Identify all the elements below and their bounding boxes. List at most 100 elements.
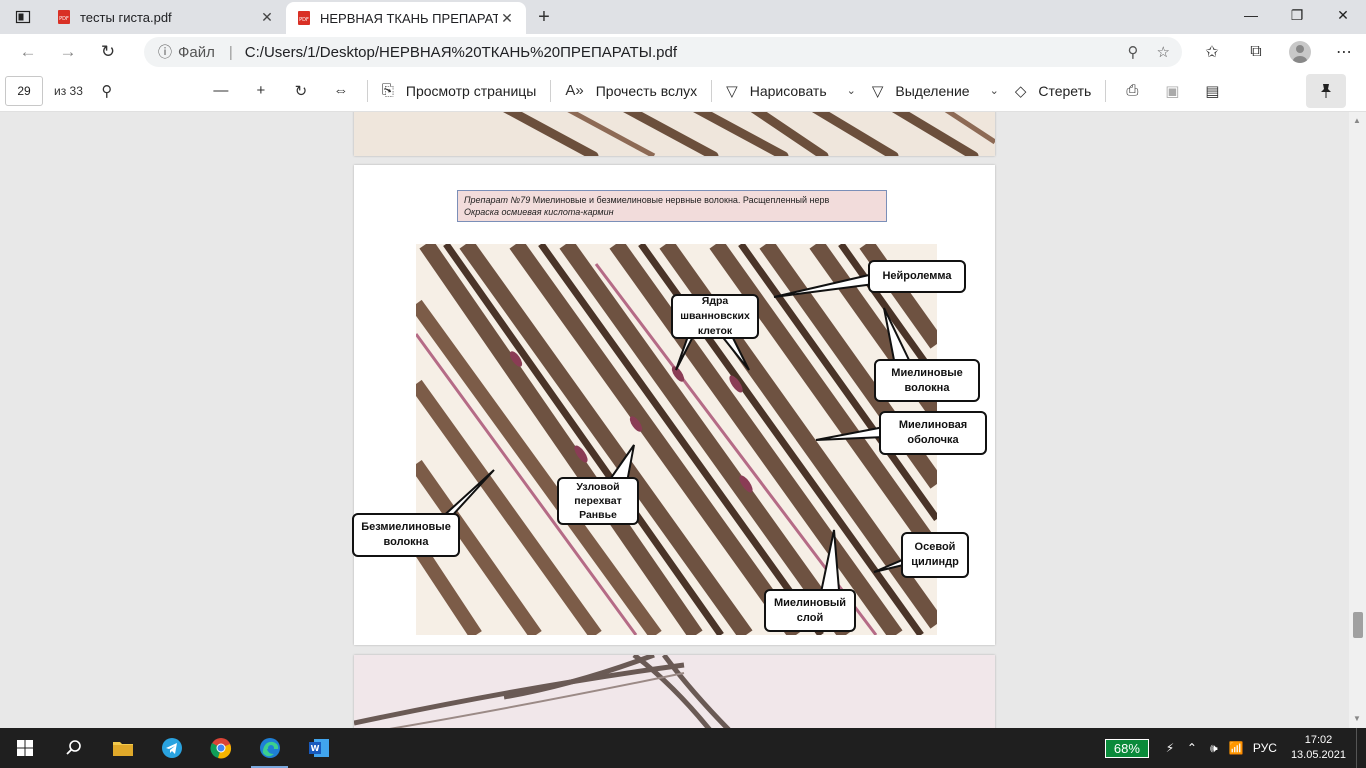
chevron-down-icon[interactable]: ⌄	[990, 84, 999, 97]
label-myelin-fibers: Миелиновые волокна	[874, 359, 980, 402]
url-field[interactable]: ⓘ Файл | C:/Users/1/Desktop/НЕРВНАЯ%20ТК…	[144, 37, 1182, 67]
chevron-up-icon[interactable]: ⌃	[1181, 741, 1203, 755]
edge-button[interactable]	[245, 728, 294, 768]
chrome-icon	[209, 738, 231, 759]
start-button[interactable]	[0, 728, 49, 768]
minus-icon: —	[213, 82, 229, 99]
fit-page-button[interactable]: ⇔	[321, 70, 361, 112]
close-tab-icon[interactable]: ✕	[498, 10, 516, 27]
word-button[interactable]: W	[294, 728, 343, 768]
clock[interactable]: 17:02 13.05.2021	[1291, 733, 1346, 763]
highlighter-icon: ▽	[871, 82, 884, 100]
chrome-button[interactable]	[196, 728, 245, 768]
page-count: из 33	[54, 83, 83, 98]
volume-icon[interactable]: 🕪	[1203, 741, 1225, 756]
zoom-in-button[interactable]: +	[241, 70, 281, 112]
separator: |	[228, 43, 233, 61]
telegram-button[interactable]	[147, 728, 196, 768]
refresh-button[interactable]: ↻	[88, 34, 128, 70]
language-indicator[interactable]: РУС	[1247, 741, 1283, 755]
minimize-button[interactable]: —	[1228, 0, 1274, 30]
address-bar: ← → ↻ ⓘ Файл | C:/Users/1/Desktop/НЕРВНА…	[0, 34, 1366, 70]
tab-actions-menu-button[interactable]	[0, 0, 46, 34]
rotate-icon: ↻	[294, 82, 308, 100]
fit-width-icon: ⇔	[333, 82, 349, 99]
scroll-down-arrow[interactable]: ▼	[1353, 714, 1361, 723]
add-favorite-icon[interactable]: ☆	[1157, 43, 1170, 61]
page-view-button[interactable]: ⎘ Просмотр страницы	[374, 70, 544, 112]
windows-icon	[16, 740, 33, 756]
erase-label: Стереть	[1038, 82, 1092, 99]
close-window-button[interactable]: ✕	[1320, 0, 1366, 30]
zoom-out-button[interactable]: —	[201, 70, 241, 112]
network-icon[interactable]: 📶	[1225, 741, 1247, 755]
micrograph-image	[354, 112, 995, 156]
callout-pointers	[435, 273, 922, 603]
draw-button[interactable]: ▽ Нарисовать ⌄	[718, 70, 864, 112]
pdf-icon: PDF	[298, 11, 310, 25]
highlight-button[interactable]: ▽ Выделение ⌄	[864, 70, 1007, 112]
zoom-icon[interactable]: ⚲	[1128, 43, 1139, 61]
scroll-up-arrow[interactable]: ▲	[1353, 116, 1361, 125]
pdf-toolbar: 29 из 33 ⚲ — + ↻ ⇔ ⎘ Просмотр страницы A…	[0, 70, 1366, 112]
pin-toolbar-button[interactable]	[1306, 74, 1346, 108]
read-aloud-button[interactable]: A» Прочесть вслух	[557, 70, 705, 112]
scroll-thumb[interactable]	[1353, 612, 1363, 638]
save-icon: ▣	[1165, 82, 1180, 100]
search-button[interactable]: ⚲	[87, 70, 127, 112]
edge-icon	[259, 738, 280, 758]
page-number-input[interactable]: 29	[5, 75, 43, 106]
save-button[interactable]: ▣	[1152, 70, 1192, 112]
file-explorer-button[interactable]	[98, 728, 147, 768]
search-icon	[65, 740, 81, 755]
chevron-down-icon[interactable]: ⌄	[847, 84, 856, 97]
back-button[interactable]: ←	[8, 34, 48, 70]
label-schwann-nuclei: Ядра шванновских клеток	[671, 294, 759, 339]
system-tray: 68% ⚡ ⌃ 🕪 📶 РУС 17:02 13.05.2021	[1104, 728, 1366, 768]
power-plug-icon[interactable]: ⚡	[1159, 741, 1181, 755]
folder-icon	[112, 742, 133, 756]
divider	[366, 79, 368, 102]
label-myelin-layer: Миелиновый слой	[764, 589, 856, 632]
save-as-button[interactable]: ▤	[1192, 70, 1232, 112]
print-button[interactable]: ⎙	[1112, 70, 1152, 112]
micrograph-image	[354, 655, 995, 728]
page-view-icon: ⎘	[381, 82, 394, 99]
tab-nervnaya-tkan[interactable]: PDF НЕРВНАЯ ТКАНЬ ПРЕПАРАТЫ.pdf ✕	[286, 2, 526, 34]
vertical-scrollbar[interactable]: ▲ ▼	[1349, 112, 1366, 728]
collections-icon[interactable]: ⧉	[1234, 43, 1278, 61]
omnibox-actions: ⚲ ☆	[1128, 43, 1170, 61]
browser-actions: ✩ ⧉ ⋯	[1190, 34, 1366, 70]
search-button[interactable]	[49, 728, 98, 768]
new-tab-button[interactable]: +	[526, 0, 562, 34]
info-icon[interactable]: ⓘ	[158, 42, 172, 62]
word-icon: W	[308, 739, 329, 757]
arrow-left-icon: ←	[19, 42, 37, 61]
restore-button[interactable]: ❐	[1274, 0, 1320, 30]
erase-button[interactable]: ◇ Стереть	[1007, 70, 1100, 112]
pdf-viewer[interactable]: Препарат №79 Миелиновые и безмиелиновые …	[0, 112, 1366, 728]
more-menu-icon[interactable]: ⋯	[1322, 42, 1366, 62]
favorites-icon[interactable]: ✩	[1190, 42, 1234, 62]
svg-text:PDF: PDF	[59, 16, 69, 22]
search-icon: ⚲	[101, 82, 113, 100]
close-tab-icon[interactable]: ✕	[258, 9, 276, 26]
rotate-button[interactable]: ↻	[281, 70, 321, 112]
label-axial-cylinder: Осевой цилиндр	[901, 532, 969, 578]
forward-button[interactable]: →	[48, 34, 88, 70]
tab-strip: PDF тесты гиста.pdf ✕ PDF НЕРВНАЯ ТКАНЬ …	[0, 0, 1366, 34]
eraser-icon: ◇	[1014, 82, 1027, 100]
save-as-icon: ▤	[1205, 82, 1220, 100]
divider	[1105, 79, 1107, 102]
avatar	[1289, 41, 1311, 63]
arrow-right-icon: →	[59, 42, 77, 61]
show-desktop-button[interactable]	[1356, 728, 1366, 768]
battery-indicator[interactable]: 68%	[1104, 738, 1149, 758]
tab-title: НЕРВНАЯ ТКАНЬ ПРЕПАРАТЫ.pdf	[320, 10, 498, 26]
tab-testy-gista[interactable]: PDF тесты гиста.pdf ✕	[46, 0, 286, 34]
label-node-ranvier: Узловой перехват Ранвье	[557, 477, 639, 525]
divider	[550, 79, 552, 102]
print-icon: ⎙	[1126, 82, 1139, 99]
pdf-icon: PDF	[58, 10, 70, 24]
profile-button[interactable]	[1278, 41, 1322, 63]
